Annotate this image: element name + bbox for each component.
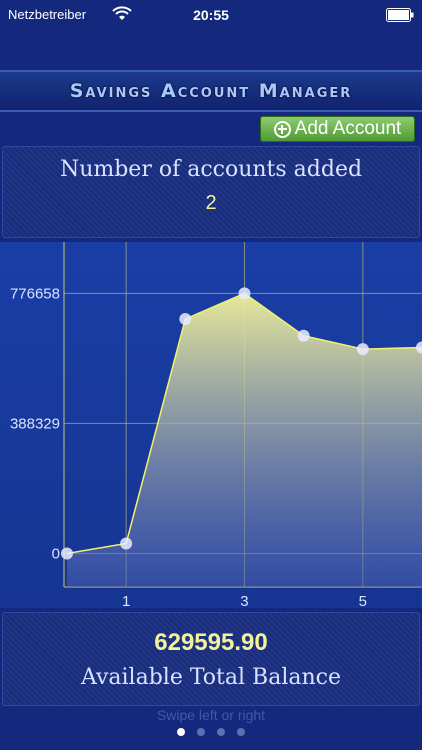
battery-icon — [386, 8, 414, 22]
data-point — [179, 313, 192, 325]
data-point — [297, 329, 310, 342]
accounts-count-value: 2 — [205, 192, 217, 214]
x-tick-label: 5 — [359, 593, 367, 608]
page-dot[interactable] — [197, 728, 205, 736]
data-point — [356, 343, 369, 356]
page-dot[interactable] — [237, 728, 245, 736]
balance-chart[interactable]: 0 388329 776658 1 3 5 — [0, 242, 422, 610]
page-dot[interactable] — [217, 728, 225, 736]
status-bar: Netzbetreiber 20:55 — [0, 0, 422, 30]
x-tick-label: 1 — [122, 593, 130, 608]
y-tick-label: 776658 — [10, 285, 60, 302]
accounts-count-panel: Number of accounts added 2 — [2, 146, 420, 238]
add-account-label: Add Account — [294, 118, 402, 139]
add-account-button[interactable]: Add Account — [260, 116, 415, 142]
page-control[interactable] — [0, 728, 422, 736]
status-time: 20:55 — [193, 7, 229, 23]
y-tick-label: 0 — [52, 546, 60, 563]
data-point — [238, 287, 251, 300]
page-dot[interactable] — [177, 728, 185, 736]
total-balance-label: Available Total Balance — [80, 665, 341, 690]
data-point — [60, 547, 73, 560]
total-balance-value: 629595.90 — [154, 629, 268, 656]
app-title-bar: Savings Account Manager — [0, 70, 422, 112]
plus-circle-icon — [273, 120, 291, 138]
total-balance-panel: 629595.90 Available Total Balance — [2, 612, 420, 706]
balance-chart-svg: 0 388329 776658 1 3 5 — [10, 242, 422, 610]
data-point — [120, 537, 133, 550]
accounts-count-label: Number of accounts added — [59, 157, 363, 182]
swipe-hint: Swipe left or right — [156, 707, 266, 723]
app-title: Savings Account Manager — [69, 80, 353, 102]
x-tick-label: 3 — [240, 593, 248, 608]
y-tick-label: 388329 — [10, 415, 60, 432]
